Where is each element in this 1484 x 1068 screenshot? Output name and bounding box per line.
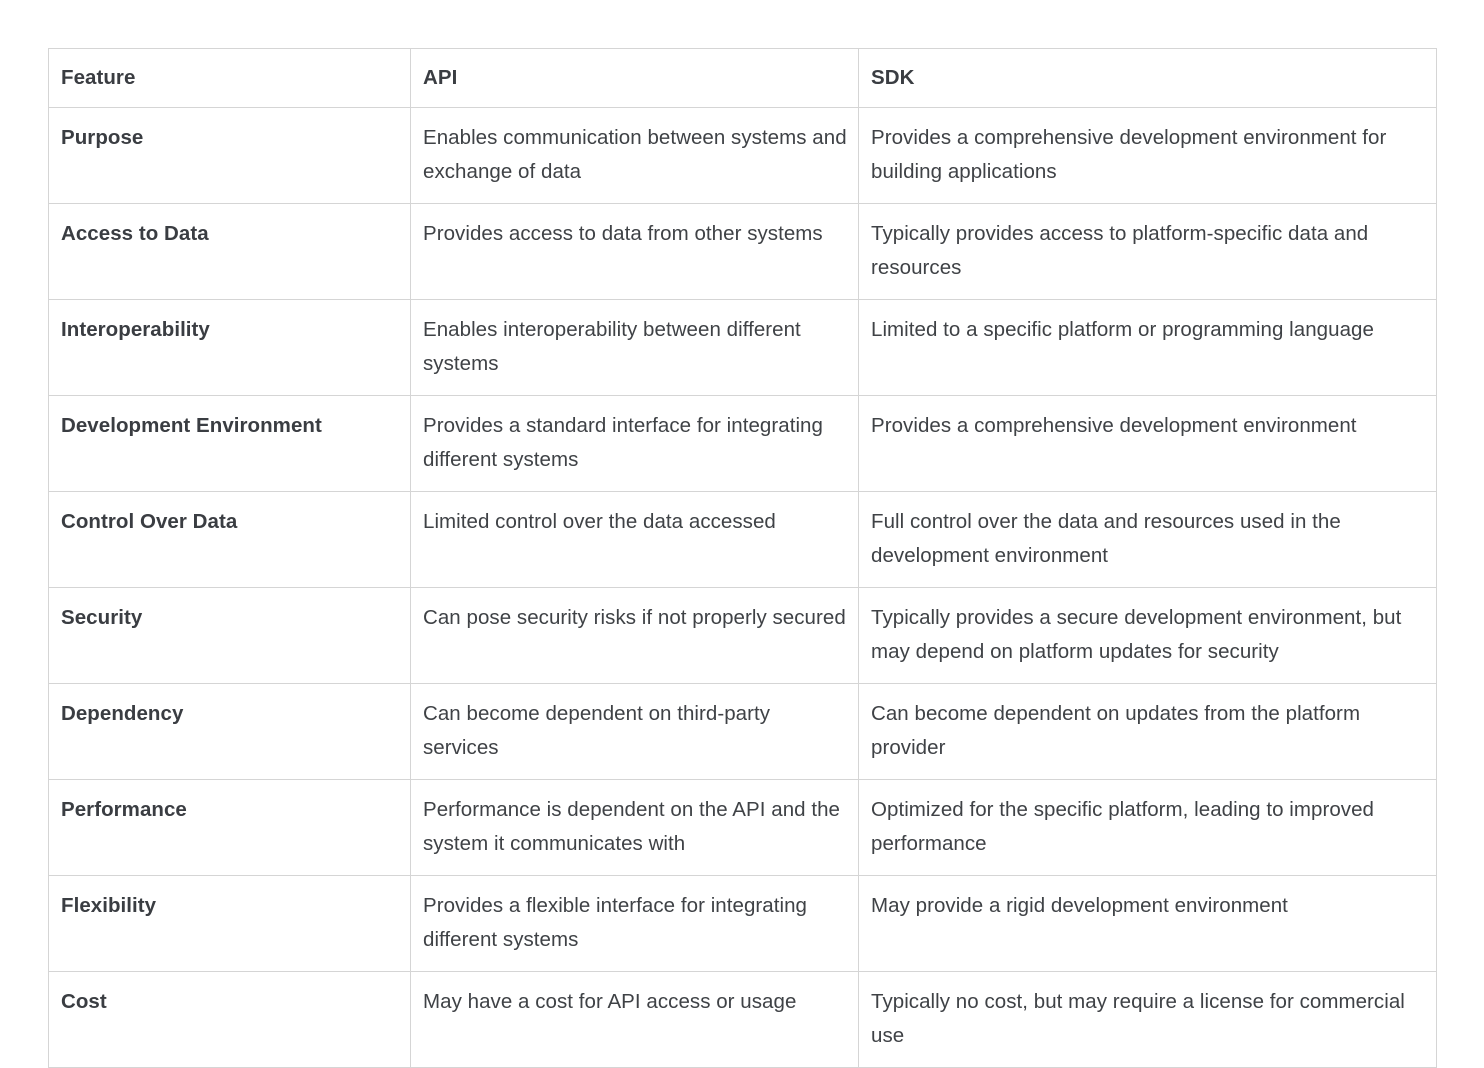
- feature-cell: Development Environment: [48, 395, 411, 492]
- sdk-cell: Can become dependent on updates from the…: [858, 683, 1437, 780]
- sdk-cell: Typically provides a secure development …: [858, 587, 1437, 684]
- table-header: Feature API SDK: [48, 48, 1437, 108]
- table-row: Cost May have a cost for API access or us…: [48, 971, 1437, 1068]
- api-cell: Performance is dependent on the API and …: [410, 779, 859, 876]
- comparison-table-container: Feature API SDK Purpose Enables communica…: [48, 48, 1437, 1068]
- api-cell: Enables interoperability between differe…: [410, 299, 859, 396]
- feature-cell: Security: [48, 587, 411, 684]
- sdk-cell: May provide a rigid development environm…: [858, 875, 1437, 972]
- sdk-cell: Full control over the data and resources…: [858, 491, 1437, 588]
- api-cell: Limited control over the data accessed: [410, 491, 859, 588]
- sdk-cell: Limited to a specific platform or progra…: [858, 299, 1437, 396]
- table-row: Access to Data Provides access to data fr…: [48, 203, 1437, 300]
- feature-cell: Purpose: [48, 107, 411, 204]
- feature-cell: Control Over Data: [48, 491, 411, 588]
- feature-cell: Flexibility: [48, 875, 411, 972]
- table-row: Flexibility Provides a flexible interface…: [48, 875, 1437, 972]
- table-header-row: Feature API SDK: [48, 48, 1437, 108]
- table-row: Interoperability Enables interoperability…: [48, 299, 1437, 396]
- api-vs-sdk-comparison-table: Feature API SDK Purpose Enables communica…: [48, 48, 1437, 1068]
- api-cell: Provides a flexible interface for integr…: [410, 875, 859, 972]
- api-cell: May have a cost for API access or usage: [410, 971, 859, 1068]
- api-cell: Enables communication between systems an…: [410, 107, 859, 204]
- feature-cell: Cost: [48, 971, 411, 1068]
- table-row: Dependency Can become dependent on third-…: [48, 683, 1437, 780]
- column-header-feature: Feature: [48, 48, 411, 108]
- column-header-sdk: SDK: [858, 48, 1437, 108]
- table-row: Security Can pose security risks if not p…: [48, 587, 1437, 684]
- sdk-cell: Provides a comprehensive development env…: [858, 107, 1437, 204]
- api-cell: Can become dependent on third-party serv…: [410, 683, 859, 780]
- api-cell: Provides a standard interface for integr…: [410, 395, 859, 492]
- api-cell: Can pose security risks if not properly …: [410, 587, 859, 684]
- table-row: Purpose Enables communication between sys…: [48, 107, 1437, 204]
- feature-cell: Interoperability: [48, 299, 411, 396]
- sdk-cell: Provides a comprehensive development env…: [858, 395, 1437, 492]
- sdk-cell: Optimized for the specific platform, lea…: [858, 779, 1437, 876]
- table-row: Control Over Data Limited control over th…: [48, 491, 1437, 588]
- api-cell: Provides access to data from other syste…: [410, 203, 859, 300]
- sdk-cell: Typically no cost, but may require a lic…: [858, 971, 1437, 1068]
- sdk-cell: Typically provides access to platform-sp…: [858, 203, 1437, 300]
- feature-cell: Dependency: [48, 683, 411, 780]
- table-body: Purpose Enables communication between sys…: [48, 107, 1437, 1068]
- feature-cell: Performance: [48, 779, 411, 876]
- column-header-api: API: [410, 48, 859, 108]
- table-row: Development Environment Provides a standa…: [48, 395, 1437, 492]
- feature-cell: Access to Data: [48, 203, 411, 300]
- table-row: Performance Performance is dependent on t…: [48, 779, 1437, 876]
